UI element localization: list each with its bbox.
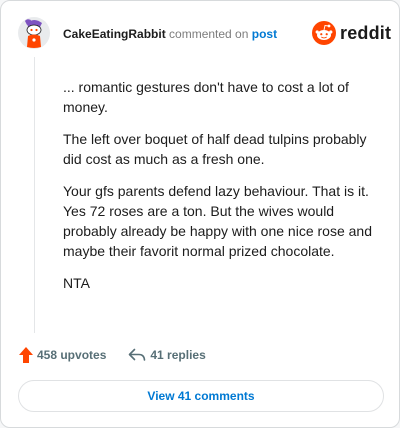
thread-line[interactable] [34, 57, 35, 333]
comment-paragraph: NTA [63, 275, 90, 291]
upvote-arrow-icon[interactable] [19, 347, 33, 363]
username[interactable]: CakeEatingRabbit [63, 27, 166, 41]
comment-body: ... romantic gestures don't have to cost… [63, 77, 385, 305]
post-link[interactable]: post [252, 27, 277, 41]
reply-count: 41 replies [150, 348, 206, 362]
view-comments-button[interactable]: View 41 comments [18, 380, 384, 412]
comment-paragraph: ... romantic gestures don't have to cost… [63, 79, 349, 115]
action-text: commented on [169, 27, 249, 41]
avatar[interactable] [18, 17, 50, 49]
reply-arrow-icon [129, 348, 146, 361]
reply-stat[interactable]: 41 replies [128, 348, 206, 362]
reddit-wordmark: reddit [340, 23, 392, 43]
reddit-snoo-icon [312, 21, 336, 45]
upvote-count: 458 upvotes [37, 348, 107, 362]
comment-footer: 458 upvotes 41 replies [19, 345, 206, 365]
upvote-stat[interactable]: 458 upvotes [19, 347, 106, 363]
comment-paragraph: Your gfs parents defend lazy behaviour. … [63, 183, 372, 259]
comment-paragraph: The left over boquet of half dead tulpin… [63, 131, 367, 167]
reddit-logo[interactable]: reddit [312, 21, 391, 45]
comment-embed-card: CakeEatingRabbit commented on post reddi… [0, 0, 400, 428]
comment-header: CakeEatingRabbit commented on post [63, 26, 277, 42]
